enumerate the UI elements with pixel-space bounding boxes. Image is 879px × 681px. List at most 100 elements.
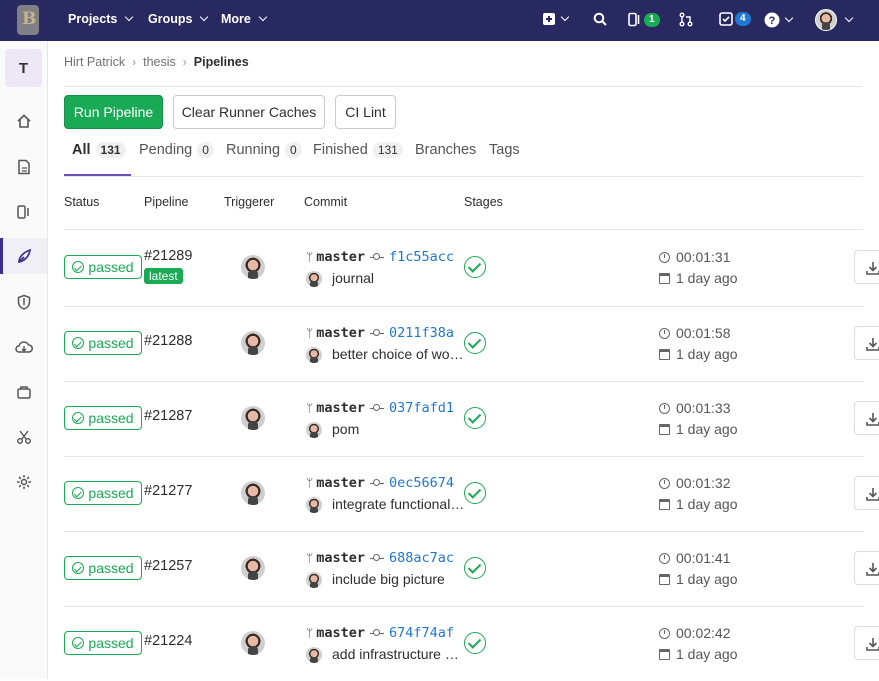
stage-status-icon[interactable] [464, 632, 486, 654]
branch-link[interactable]: master [316, 400, 365, 416]
branch-link[interactable]: master [316, 249, 365, 265]
commit-sha-link[interactable]: f1c55acc [389, 249, 454, 265]
tab-all[interactable]: All 131 [72, 142, 126, 158]
calendar-icon [659, 348, 670, 360]
groups-dropdown[interactable]: Groups [148, 12, 209, 26]
run-pipeline-button[interactable]: Run Pipeline [64, 95, 163, 129]
pipeline-id-link[interactable]: #21224 [144, 633, 192, 649]
commit-message-link[interactable]: journal [332, 270, 374, 286]
sidebar-item-security[interactable] [0, 284, 47, 320]
pipeline-id-link[interactable]: #21277 [144, 483, 192, 499]
sidebar-item-operations[interactable] [0, 329, 47, 365]
commit-message-link[interactable]: better choice of wor… [332, 346, 466, 362]
commit-author-avatar[interactable] [306, 347, 322, 363]
download-artifacts-button[interactable] [854, 326, 879, 360]
commit-sha-link[interactable]: 688ac7ac [389, 550, 454, 566]
commit-message-link[interactable]: include big picture [332, 571, 445, 587]
pipeline-id-link[interactable]: #21288 [144, 333, 192, 349]
commit-icon [369, 329, 384, 337]
pipeline-id-link[interactable]: #21257 [144, 558, 192, 574]
stage-status-icon[interactable] [464, 256, 486, 278]
tab-branches[interactable]: Branches [415, 142, 476, 158]
home-icon [16, 114, 31, 128]
commit-sha-link[interactable]: 037fafd1 [389, 400, 454, 416]
search-button[interactable] [593, 12, 607, 26]
branch-link[interactable]: master [316, 550, 365, 566]
new-item-dropdown[interactable] [542, 12, 570, 26]
sidebar-item-snippets[interactable] [0, 419, 47, 455]
tab-label: Running [226, 142, 281, 158]
commit-sha-link[interactable]: 0ec56674 [389, 475, 454, 491]
download-artifacts-button[interactable] [854, 476, 879, 510]
status-badge[interactable]: passed [64, 481, 142, 505]
chevron-down-icon [844, 13, 854, 23]
status-badge[interactable]: passed [64, 255, 142, 279]
commit-sha-link[interactable]: 0211f38a [389, 325, 454, 341]
commit-icon [369, 253, 384, 261]
download-icon [866, 563, 879, 576]
projects-dropdown[interactable]: Projects [68, 12, 134, 26]
triggerer-avatar[interactable] [241, 481, 265, 505]
breadcrumb-current[interactable]: Pipelines [194, 55, 249, 69]
download-artifacts-button[interactable] [854, 551, 879, 585]
triggerer-avatar[interactable] [241, 255, 265, 279]
status-badge[interactable]: passed [64, 331, 142, 355]
commit-author-avatar[interactable] [306, 497, 322, 513]
commit-sha-link[interactable]: 674f74af [389, 625, 454, 641]
branch-link[interactable]: master [316, 475, 365, 491]
more-dropdown[interactable]: More [221, 12, 268, 26]
stage-status-icon[interactable] [464, 557, 486, 579]
clear-runner-caches-button[interactable]: Clear Runner Caches [173, 95, 325, 129]
tab-count-badge: 0 [285, 142, 302, 158]
pipeline-id-link[interactable]: #21287 [144, 408, 192, 424]
merge-requests-button[interactable] [679, 12, 693, 27]
download-artifacts-button[interactable] [854, 250, 879, 284]
sidebar-item-packages[interactable] [0, 374, 47, 410]
tab-pending[interactable]: Pending 0 [139, 142, 214, 158]
sidebar-item-issues[interactable] [0, 194, 47, 230]
branch-link[interactable]: master [316, 625, 365, 641]
sidebar-item-settings[interactable] [0, 464, 47, 500]
user-menu-dropdown[interactable] [815, 9, 854, 31]
status-badge[interactable]: passed [64, 556, 142, 580]
sidebar-item-project[interactable] [0, 103, 47, 139]
status-badge[interactable]: passed [64, 406, 142, 430]
commit-message-link[interactable]: pom [332, 421, 359, 437]
stage-status-icon[interactable] [464, 407, 486, 429]
commit-author-avatar[interactable] [306, 422, 322, 438]
sidebar-item-repository[interactable] [0, 149, 47, 185]
project-avatar[interactable]: T [5, 49, 42, 87]
tab-finished[interactable]: Finished 131 [313, 142, 403, 158]
issues-count-badge: 1 [644, 12, 660, 27]
help-dropdown[interactable]: ? [764, 12, 794, 28]
stage-status-icon[interactable] [464, 482, 486, 504]
triggerer-avatar[interactable] [241, 406, 265, 430]
commit-author-avatar[interactable] [306, 271, 322, 287]
breadcrumb-project[interactable]: thesis [143, 55, 176, 69]
issues-button[interactable]: 1 [628, 12, 660, 27]
commit-message-link[interactable]: integrate functional … [332, 496, 466, 512]
ci-lint-button[interactable]: CI Lint [335, 95, 396, 129]
triggerer-avatar[interactable] [241, 331, 265, 355]
status-badge[interactable]: passed [64, 631, 142, 655]
sidebar-item-ci-cd[interactable] [0, 238, 47, 274]
commit-message-link[interactable]: add infrastructure o… [332, 646, 466, 662]
triggerer-avatar[interactable] [241, 631, 265, 655]
tab-running[interactable]: Running 0 [226, 142, 302, 158]
download-artifacts-button[interactable] [854, 626, 879, 660]
breadcrumb-user[interactable]: Hirt Patrick [64, 55, 125, 69]
todos-button[interactable]: 4 [719, 12, 751, 26]
stage-status-icon[interactable] [464, 332, 486, 354]
timer-icon [659, 477, 670, 489]
branch-link[interactable]: master [316, 325, 365, 341]
download-artifacts-button[interactable] [854, 401, 879, 435]
status-label: passed [88, 335, 134, 351]
check-circle-icon [72, 412, 85, 424]
commit-author-avatar[interactable] [306, 647, 322, 663]
status-label: passed [88, 485, 134, 501]
commit-author-avatar[interactable] [306, 572, 322, 588]
tab-tags[interactable]: Tags [489, 142, 520, 158]
triggerer-avatar[interactable] [241, 556, 265, 580]
app-logo[interactable]: B [17, 5, 39, 35]
pipeline-id-link[interactable]: #21289 [144, 248, 192, 264]
